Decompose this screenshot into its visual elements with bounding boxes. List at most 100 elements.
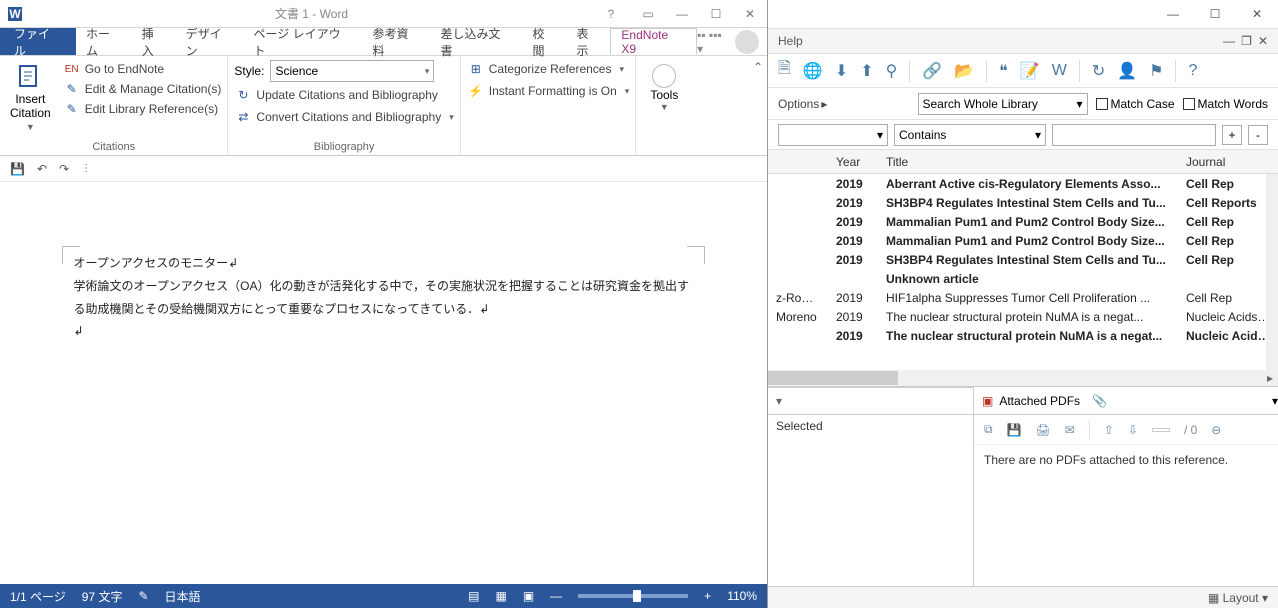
prev-page-icon[interactable]: ⇧ bbox=[1104, 423, 1114, 437]
help-icon[interactable]: ? bbox=[1188, 62, 1197, 80]
tab-mailings[interactable]: 差し込み文書 bbox=[431, 28, 523, 55]
tab-layout[interactable]: ページ レイアウト bbox=[244, 28, 363, 55]
col-title[interactable]: Title bbox=[878, 155, 1178, 169]
zoom-in-icon[interactable]: + bbox=[704, 589, 711, 603]
email-pdf-icon[interactable]: ✉ bbox=[1065, 423, 1075, 437]
tools-button[interactable]: Tools ▼ bbox=[642, 60, 686, 116]
note-icon[interactable]: 📝 bbox=[1020, 61, 1040, 81]
pdf-menu-icon[interactable]: ▾ bbox=[1272, 394, 1278, 408]
edit-manage-citations-button[interactable]: ✎Edit & Manage Citation(s) bbox=[63, 80, 222, 98]
zoom-out-icon[interactable]: ⊖ bbox=[1211, 423, 1221, 437]
open-external-icon[interactable]: ⧉ bbox=[984, 422, 993, 437]
table-row[interactable]: 2019Mammalian Pum1 and Pum2 Control Body… bbox=[768, 231, 1278, 250]
tab-design[interactable]: デザイン bbox=[176, 28, 244, 55]
mdi-minimize-icon[interactable]: — bbox=[1223, 34, 1235, 48]
style-select[interactable]: Science ▾ bbox=[270, 60, 434, 82]
table-row[interactable]: 2019Aberrant Active cis-Regulatory Eleme… bbox=[768, 174, 1278, 193]
close-icon[interactable]: ✕ bbox=[733, 0, 767, 28]
tab-endnote[interactable]: EndNote X9 bbox=[610, 28, 697, 55]
operator-select[interactable]: Contains▾ bbox=[894, 124, 1046, 146]
search-scope-select[interactable]: Search Whole Library▾ bbox=[918, 93, 1088, 115]
upload-icon[interactable]: ⬆ bbox=[860, 61, 873, 81]
edit-library-references-button[interactable]: ✎Edit Library Reference(s) bbox=[63, 100, 222, 118]
zoom-out-icon[interactable]: — bbox=[550, 589, 562, 603]
download-icon[interactable]: ⬇ bbox=[835, 61, 848, 81]
scroll-right-icon[interactable]: ▸ bbox=[1262, 371, 1278, 385]
undo-icon[interactable]: ↶ bbox=[37, 162, 47, 176]
status-proof-icon[interactable]: ✎ bbox=[138, 589, 148, 603]
update-citations-button[interactable]: ↻Update Citations and Bibliography bbox=[234, 86, 453, 104]
next-page-icon[interactable]: ⇩ bbox=[1128, 423, 1138, 437]
tab-file[interactable]: ファイル bbox=[0, 28, 76, 55]
maximize-icon[interactable]: ☐ bbox=[699, 0, 733, 28]
go-to-endnote-button[interactable]: ENGo to EndNote bbox=[63, 60, 222, 78]
status-page[interactable]: 1/1 ページ bbox=[10, 588, 66, 605]
user-avatar-icon[interactable] bbox=[735, 30, 759, 54]
save-pdf-icon[interactable]: 💾 bbox=[1007, 423, 1022, 437]
match-words-checkbox[interactable]: Match Words bbox=[1183, 97, 1268, 111]
user-name-icon[interactable]: ▪▪ ▪▪▪ ▾ bbox=[697, 28, 731, 56]
convert-citations-button[interactable]: ⇄Convert Citations and Bibliography▾ bbox=[234, 108, 453, 126]
table-body[interactable]: 2019Aberrant Active cis-Regulatory Eleme… bbox=[768, 174, 1278, 370]
word-help-icon[interactable]: ? bbox=[591, 7, 631, 21]
table-row[interactable]: z-Rodri...2019HIF1alpha Suppresses Tumor… bbox=[768, 288, 1278, 307]
table-row[interactable]: Unknown article bbox=[768, 269, 1278, 288]
file-icon[interactable]: 🗎 bbox=[778, 57, 791, 84]
remove-row-button[interactable]: - bbox=[1248, 125, 1268, 145]
globe-icon[interactable]: 🌐 bbox=[803, 61, 823, 81]
table-row[interactable]: 2019SH3BP4 Regulates Intestinal Stem Cel… bbox=[768, 193, 1278, 212]
link-icon[interactable]: 🔗 bbox=[922, 61, 942, 81]
tab-review[interactable]: 校閲 bbox=[522, 28, 566, 55]
folder-icon[interactable]: 📂 bbox=[954, 61, 974, 81]
status-language[interactable]: 日本語 bbox=[165, 588, 201, 605]
minimize-icon[interactable]: — bbox=[1152, 7, 1194, 21]
horizontal-scrollbar[interactable]: ▸ bbox=[768, 370, 1278, 386]
view-web-icon[interactable]: ▣ bbox=[523, 589, 534, 603]
field-select[interactable]: ▾ bbox=[778, 124, 888, 146]
mdi-restore-icon[interactable]: ❐ bbox=[1241, 34, 1252, 48]
status-zoom[interactable]: 110% bbox=[727, 589, 757, 603]
tab-references[interactable]: 参考資料 bbox=[363, 28, 431, 55]
pdf-page-input[interactable] bbox=[1152, 428, 1170, 432]
pdf-tab[interactable]: ▣ Attached PDFs 📎 ▾ bbox=[974, 387, 1278, 415]
tab-insert[interactable]: 挿入 bbox=[132, 28, 176, 55]
menu-help[interactable]: Help bbox=[778, 34, 803, 48]
preview-tab[interactable]: ▾ bbox=[768, 387, 973, 415]
maximize-icon[interactable]: ☐ bbox=[1194, 7, 1236, 21]
table-row[interactable]: 2019Mammalian Pum1 and Pum2 Control Body… bbox=[768, 212, 1278, 231]
table-row[interactable]: 2019SH3BP4 Regulates Intestinal Stem Cel… bbox=[768, 250, 1278, 269]
qat-more-icon[interactable]: ⋮ bbox=[81, 163, 91, 174]
document-text[interactable]: オープンアクセスのモニター↲ 学術論文のオープンアクセス（OA）化の動きが活発化… bbox=[64, 252, 704, 343]
col-year[interactable]: Year bbox=[828, 155, 878, 169]
document-area[interactable]: オープンアクセスのモニター↲ 学術論文のオープンアクセス（OA）化の動きが活発化… bbox=[0, 182, 767, 584]
view-print-icon[interactable]: ▦ bbox=[495, 589, 506, 603]
table-row[interactable]: Moreno2019The nuclear structural protein… bbox=[768, 307, 1278, 326]
mdi-close-icon[interactable]: ✕ bbox=[1258, 34, 1268, 48]
person-icon[interactable]: 👤 bbox=[1117, 61, 1137, 81]
categorize-references-button[interactable]: ⊞Categorize References▾ bbox=[467, 60, 630, 78]
instant-formatting-button[interactable]: ⚡Instant Formatting is On▾ bbox=[467, 82, 630, 100]
view-read-icon[interactable]: ▤ bbox=[468, 589, 479, 603]
tab-home[interactable]: ホーム bbox=[76, 28, 132, 55]
attach-icon[interactable]: 📎 bbox=[1092, 394, 1107, 408]
add-row-button[interactable]: + bbox=[1222, 125, 1242, 145]
ribbon-display-icon[interactable]: ▭ bbox=[631, 0, 665, 28]
table-row[interactable]: 2019The nuclear structural protein NuMA … bbox=[768, 326, 1278, 345]
tab-view[interactable]: 表示 bbox=[566, 28, 610, 55]
zoom-slider[interactable] bbox=[578, 594, 688, 598]
insert-citation-button[interactable]: Insert Citation ▼ bbox=[6, 60, 55, 139]
close-icon[interactable]: ✕ bbox=[1236, 7, 1278, 21]
bell-icon[interactable]: ⚑ bbox=[1149, 61, 1163, 81]
quote-icon[interactable]: ❝ bbox=[999, 61, 1008, 81]
search-input[interactable] bbox=[1052, 124, 1216, 146]
status-word-count[interactable]: 97 文字 bbox=[82, 588, 123, 605]
match-case-checkbox[interactable]: Match Case bbox=[1096, 97, 1175, 111]
share-icon[interactable]: ⚲ bbox=[886, 61, 898, 81]
collapse-ribbon-icon[interactable]: ⌃ bbox=[753, 60, 763, 74]
minimize-icon[interactable]: — bbox=[665, 0, 699, 28]
print-pdf-icon[interactable]: 🖨 bbox=[1036, 423, 1051, 437]
word-icon[interactable]: W bbox=[1052, 62, 1067, 80]
redo-icon[interactable]: ↷ bbox=[59, 162, 69, 176]
search-options-button[interactable]: Options ▸ bbox=[778, 97, 827, 111]
save-icon[interactable]: 💾 bbox=[10, 162, 25, 176]
